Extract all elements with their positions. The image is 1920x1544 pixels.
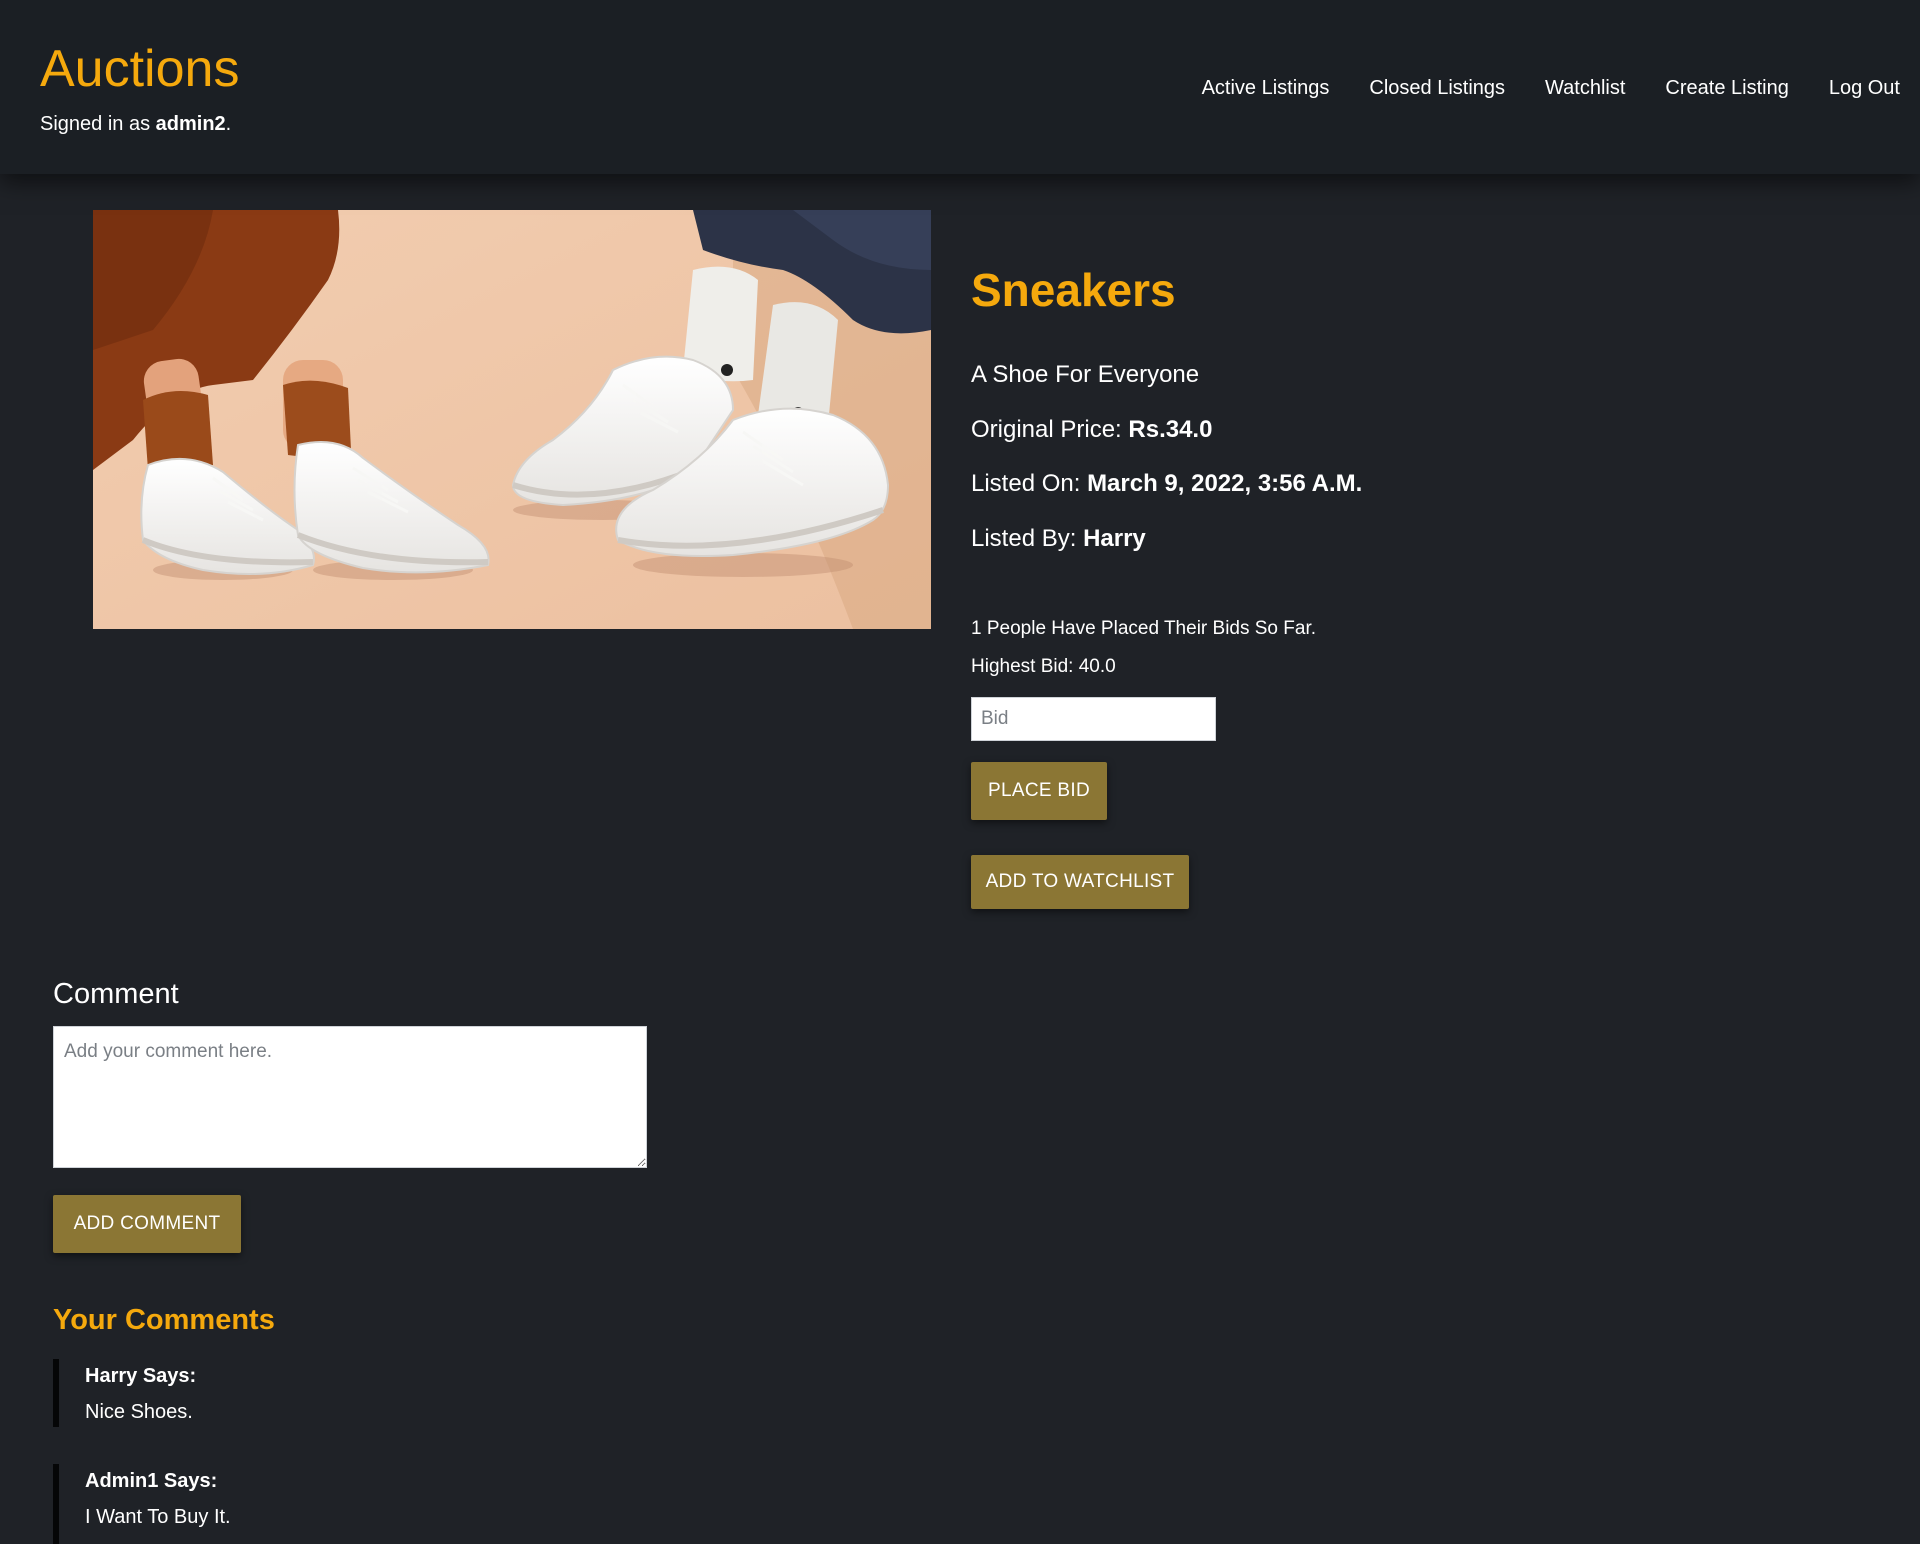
comment-item: Harry Says: Nice Shoes.: [53, 1359, 653, 1427]
comment-textarea[interactable]: [53, 1026, 647, 1168]
listing-details: Sneakers A Shoe For Everyone Original Pr…: [971, 260, 1671, 909]
listing-original-price: Original Price: Rs.34.0: [971, 415, 1212, 445]
listing-date: Listed On: March 9, 2022, 3:56 A.M.: [971, 469, 1362, 499]
bid-count-text: 1 People Have Placed Their Bids So Far.: [971, 618, 1317, 639]
comment-author: Admin1 Says:: [85, 1470, 218, 1492]
site-header: Auctions Signed in as admin2. Active Lis…: [0, 0, 1920, 174]
price-label: Original Price:: [971, 416, 1129, 443]
site-brand[interactable]: Auctions: [40, 38, 239, 100]
comment-text: Nice Shoes.: [85, 1401, 193, 1423]
comment-text: I Want To Buy It.: [85, 1506, 231, 1528]
price-value: Rs.34.0: [1128, 416, 1213, 443]
signed-in-username: admin2: [155, 113, 226, 135]
nav-create-listing[interactable]: Create Listing: [1665, 74, 1788, 102]
add-to-watchlist-button[interactable]: Add To Watchlist: [971, 855, 1189, 909]
comment-item: Admin1 Says: I Want To Buy It.: [53, 1464, 653, 1544]
signed-in-prefix: Signed in as: [40, 113, 156, 135]
listed-by-label: Listed By:: [971, 525, 1084, 552]
main-nav: Active Listings Closed Listings Watchlis…: [1202, 74, 1900, 102]
listed-on-label: Listed On:: [971, 470, 1088, 497]
bid-input[interactable]: [971, 697, 1216, 741]
signed-in-suffix: .: [225, 113, 232, 135]
listed-by-value: Harry: [1083, 525, 1146, 552]
add-comment-button[interactable]: Add Comment: [53, 1195, 241, 1253]
nav-closed-listings[interactable]: Closed Listings: [1369, 74, 1505, 102]
listed-on-value: March 9, 2022, 3:56 A.M.: [1087, 470, 1363, 497]
highest-bid-text: Highest Bid: 40.0: [971, 656, 1116, 677]
listing-image: [93, 210, 931, 629]
listing-owner: Listed By: Harry: [971, 524, 1146, 554]
nav-active-listings[interactable]: Active Listings: [1202, 74, 1330, 102]
listing-title: Sneakers: [971, 264, 1176, 316]
nav-log-out[interactable]: Log Out: [1829, 74, 1900, 102]
place-bid-button[interactable]: Place Bid: [971, 762, 1107, 820]
nav-watchlist[interactable]: Watchlist: [1545, 74, 1625, 102]
comment-author: Harry Says:: [85, 1365, 197, 1387]
your-comments-heading: Your Comments: [53, 1304, 275, 1336]
signed-in-status: Signed in as admin2.: [40, 110, 231, 138]
comment-heading: Comment: [53, 978, 179, 1010]
listing-description: A Shoe For Everyone: [971, 361, 1200, 388]
